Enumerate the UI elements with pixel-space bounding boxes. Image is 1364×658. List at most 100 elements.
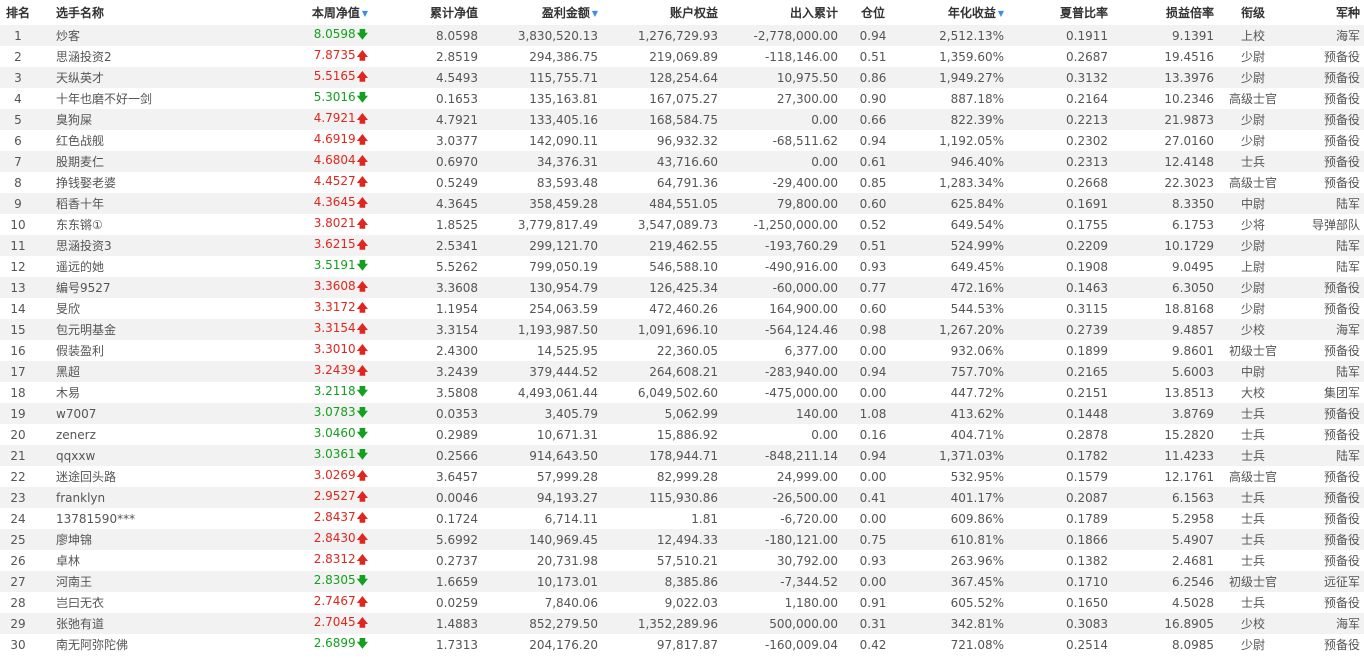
table-row[interactable]: 1 炒客 8.0598🡇 8.0598 3,830,520.13 1,276,729.93… bbox=[0, 25, 1364, 46]
cell-profit: 3,779,817.49 bbox=[517, 217, 598, 232]
table-row[interactable]: 30 南无阿弥陀佛 2.6899🡇 1.7313 204,176.20 97,817.87… bbox=[0, 634, 1364, 655]
cell-army: 预备役 bbox=[1323, 113, 1360, 127]
table-row[interactable]: 11 思涵投资3 3.6215🡅 2.5341 299,121.70 219,462.55… bbox=[0, 235, 1364, 256]
table-row[interactable]: 27 河南王 2.8305🡇 1.6659 10,173.01 8,385.86 -7,34… bbox=[0, 571, 1364, 592]
table-row[interactable]: 10 东东锵① 3.8021🡅 1.8525 3,779,817.49 3,547,089… bbox=[0, 214, 1364, 235]
table-row[interactable]: 17 黑超 3.2439🡅 3.2439 379,444.52 264,608.21 -28… bbox=[0, 361, 1364, 382]
cell-name: 河南王 bbox=[56, 575, 93, 589]
cell-cum-nav: 1.7313 bbox=[436, 637, 478, 652]
cell-annual: 404.71% bbox=[950, 427, 1004, 442]
table-row[interactable]: 14 旻欣 3.3172🡅 1.1954 254,063.59 472,460.26 164… bbox=[0, 298, 1364, 319]
table-row[interactable]: 21 qqxxw 3.0361🡇 0.2566 914,643.50 178,944.71… bbox=[0, 445, 1364, 466]
sort-down-icon[interactable]: ▼ bbox=[362, 9, 368, 18]
cell-position: 0.00 bbox=[859, 385, 887, 400]
table-row[interactable]: 25 廖坤锦 2.8430🡅 5.6992 140,969.45 12,494.33 -18… bbox=[0, 529, 1364, 550]
cell-position: 0.91 bbox=[859, 595, 887, 610]
col-header-annual[interactable]: 年化收益 ▼ bbox=[904, 0, 1008, 25]
cell-position: 0.31 bbox=[859, 616, 887, 631]
cell-rank-title: 士兵 bbox=[1240, 491, 1265, 505]
cell-annual: 625.84% bbox=[950, 196, 1004, 211]
cell-equity: 1,352,289.96 bbox=[637, 616, 718, 631]
sort-down-icon[interactable]: ▼ bbox=[998, 9, 1004, 18]
cell-name: 股期麦仁 bbox=[56, 155, 105, 169]
cell-annual: 649.45% bbox=[950, 259, 1004, 274]
table-row[interactable]: 28 岂曰无衣 2.7467🡅 0.0259 7,840.06 9,022.03 1,180… bbox=[0, 592, 1364, 613]
table-row[interactable]: 9 稻香十年 4.3645🡅 4.3645 358,459.28 484,551.05 79… bbox=[0, 193, 1364, 214]
cell-pl-ratio: 6.3050 bbox=[1172, 280, 1214, 295]
arrow-down-icon: 🡇 bbox=[356, 385, 368, 398]
cell-profit: 254,063.59 bbox=[529, 301, 598, 316]
table-row[interactable]: 13 编号9527 3.3608🡅 3.3608 130,954.79 126,425.3… bbox=[0, 277, 1364, 298]
table-row[interactable]: 29 张弛有道 2.7045🡅 1.4883 852,279.50 1,352,289.9… bbox=[0, 613, 1364, 634]
cell-annual: 401.17% bbox=[950, 490, 1004, 505]
table-row[interactable]: 5 臭狗屎 4.7921🡅 4.7921 133,405.16 168,584.75 0.0… bbox=[0, 109, 1364, 130]
cell-equity: 3,547,089.73 bbox=[637, 217, 718, 232]
col-header-week-nav[interactable]: 本周净值 ▼ bbox=[236, 0, 372, 25]
cell-rank: 14 bbox=[10, 301, 26, 316]
cell-army: 海军 bbox=[1335, 617, 1360, 631]
cell-rank-title: 士兵 bbox=[1240, 407, 1265, 421]
cell-rank-title: 中尉 bbox=[1240, 197, 1265, 211]
table-row[interactable]: 22 迷途回头路 3.0269🡅 3.6457 57,999.28 82,999.28 24… bbox=[0, 466, 1364, 487]
arrow-up-icon: 🡅 bbox=[356, 343, 368, 356]
cell-profit: 299,121.70 bbox=[529, 238, 598, 253]
col-header-profit[interactable]: 盈利金额 ▼ bbox=[482, 0, 602, 25]
cell-rank-title: 初级士官 bbox=[1228, 575, 1277, 589]
cell-position: 0.00 bbox=[859, 469, 887, 484]
cell-position: 0.77 bbox=[859, 280, 887, 295]
cell-equity: 22,360.05 bbox=[656, 343, 718, 358]
arrow-down-icon: 🡇 bbox=[356, 406, 368, 419]
cell-position: 0.42 bbox=[859, 637, 887, 652]
cell-position: 0.94 bbox=[859, 448, 887, 463]
cell-sharpe: 0.1710 bbox=[1066, 574, 1108, 589]
cell-sharpe: 0.2668 bbox=[1066, 175, 1108, 190]
cell-equity: 6,049,502.60 bbox=[637, 385, 718, 400]
cell-annual: 1,949.27% bbox=[939, 70, 1004, 85]
table-row[interactable]: 15 包元明基金 3.3154🡅 3.3154 1,193,987.50 1,091,69… bbox=[0, 319, 1364, 340]
arrow-up-icon: 🡅 bbox=[356, 301, 368, 314]
table-row[interactable]: 8 挣钱娶老婆 4.4527🡅 0.5249 83,593.48 64,791.36 -29… bbox=[0, 172, 1364, 193]
arrow-up-icon: 🡅 bbox=[356, 70, 368, 83]
table-row[interactable]: 16 假装盈利 3.3010🡅 2.4300 14,525.95 22,360.05 6,3… bbox=[0, 340, 1364, 361]
cell-name: 红色战舰 bbox=[56, 134, 105, 148]
week-nav-value: 5.5165 bbox=[313, 69, 356, 83]
cell-cum-nav: 2.5341 bbox=[436, 238, 478, 253]
table-row[interactable]: 3 天纵英才 5.5165🡅 4.5493 115,755.71 128,254.64 10… bbox=[0, 67, 1364, 88]
week-nav-value: 2.8430 bbox=[313, 531, 356, 545]
cell-rank-title: 士兵 bbox=[1240, 512, 1265, 526]
cell-army: 预备役 bbox=[1323, 533, 1360, 547]
table-row[interactable]: 18 木易 3.2118🡇 3.5808 4,493,061.44 6,049,502.6… bbox=[0, 382, 1364, 403]
table-row[interactable]: 24 13781590*** 2.8437🡅 0.1724 6,714.11 1.81 -6… bbox=[0, 508, 1364, 529]
table-row[interactable]: 19 w7007 3.0783🡇 0.0353 3,405.79 5,062.99 140.… bbox=[0, 403, 1364, 424]
cell-name: 卓林 bbox=[56, 554, 81, 568]
cell-inout: -1,250,000.00 bbox=[753, 217, 839, 232]
cell-sharpe: 0.2302 bbox=[1066, 133, 1108, 148]
cell-week-nav: 3.0269🡅 bbox=[236, 466, 372, 487]
cell-rank-title: 少尉 bbox=[1240, 134, 1265, 148]
table-row[interactable]: 23 franklyn 2.9527🡅 0.0046 94,193.27 115,930.… bbox=[0, 487, 1364, 508]
table-row[interactable]: 6 红色战舰 4.6919🡅 3.0377 142,090.11 96,932.32 -68… bbox=[0, 130, 1364, 151]
cell-name: qqxxw bbox=[56, 448, 96, 463]
table-row[interactable]: 12 遥远的她 3.5191🡇 5.5262 799,050.19 546,588.10 -… bbox=[0, 256, 1364, 277]
cell-cum-nav: 1.4883 bbox=[436, 616, 478, 631]
cell-name: w7007 bbox=[56, 406, 97, 421]
cell-army: 预备役 bbox=[1323, 50, 1360, 64]
cell-sharpe: 0.2739 bbox=[1066, 322, 1108, 337]
arrow-up-icon: 🡅 bbox=[356, 595, 368, 608]
cell-army: 导弹部队 bbox=[1311, 218, 1360, 232]
cell-sharpe: 0.1899 bbox=[1066, 343, 1108, 358]
sort-down-icon[interactable]: ▼ bbox=[592, 9, 598, 18]
cell-sharpe: 0.2087 bbox=[1066, 490, 1108, 505]
table-row[interactable]: 4 十年也磨不好一剑 5.3016🡇 0.1653 135,163.81 167,075.… bbox=[0, 88, 1364, 109]
cell-profit: 3,830,520.13 bbox=[517, 28, 598, 43]
cell-week-nav: 4.6919🡅 bbox=[236, 130, 372, 151]
cell-week-nav: 3.3154🡅 bbox=[236, 319, 372, 340]
cell-rank-title: 士兵 bbox=[1240, 533, 1265, 547]
table-row[interactable]: 20 zenerz 3.0460🡇 0.2989 10,671.31 15,886.92 0… bbox=[0, 424, 1364, 445]
cell-cum-nav: 0.2989 bbox=[436, 427, 478, 442]
table-row[interactable]: 2 思涵投资2 7.8735🡅 2.8519 294,386.75 219,069.89 -… bbox=[0, 46, 1364, 67]
week-nav-value: 3.0269 bbox=[313, 468, 356, 482]
table-row[interactable]: 26 卓林 2.8312🡅 0.2737 20,731.98 57,510.21 30,79… bbox=[0, 550, 1364, 571]
week-nav-value: 3.2439 bbox=[313, 363, 356, 377]
table-row[interactable]: 7 股期麦仁 4.6804🡅 0.6970 34,376.31 43,716.60 0.00… bbox=[0, 151, 1364, 172]
